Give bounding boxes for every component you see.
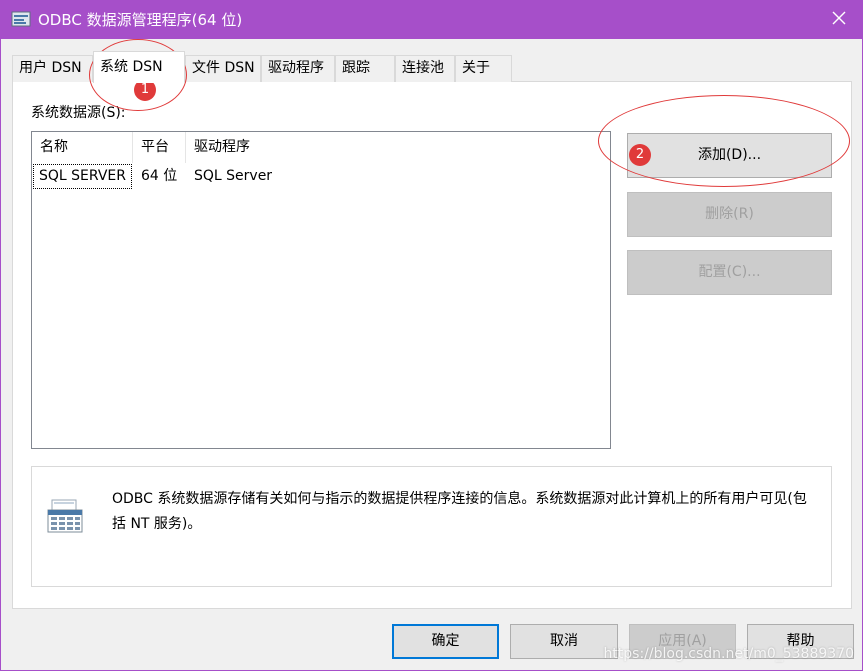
list-header: 名称 平台 驱动程序: [32, 132, 610, 163]
odbc-dialog-window: ODBC 数据源管理程序(64 位) 用户 DSN 系统 DSN 文件 DSN …: [0, 0, 863, 671]
dsn-platform-cell: 64 位: [141, 168, 178, 184]
close-icon: [832, 11, 846, 29]
tab-tracing[interactable]: 跟踪: [335, 55, 395, 82]
add-button[interactable]: 添加(D)...: [627, 133, 832, 178]
tab-file-dsn[interactable]: 文件 DSN: [185, 55, 261, 82]
cancel-button[interactable]: 取消: [510, 624, 618, 659]
watermark-text: https://blog.csdn.net/m0_53889370: [603, 646, 854, 662]
remove-button[interactable]: 删除(R): [627, 192, 832, 237]
tab-label: 关于: [462, 60, 490, 76]
tab-label: 跟踪: [342, 60, 370, 76]
data-source-icon: [46, 496, 86, 536]
title-bar[interactable]: ODBC 数据源管理程序(64 位): [1, 1, 862, 39]
tab-about[interactable]: 关于: [455, 55, 512, 82]
tab-strip: 用户 DSN 系统 DSN 文件 DSN 驱动程序 跟踪 连接池 关于: [12, 51, 852, 83]
column-header-name[interactable]: 名称: [32, 132, 133, 163]
annotation-marker-2: 2: [629, 144, 651, 166]
info-description: ODBC 系统数据源存储有关如何与指示的数据提供程序连接的信息。系统数据源对此计…: [112, 491, 807, 532]
tab-label: 驱动程序: [268, 60, 324, 76]
system-data-sources-label: 系统数据源(S):: [31, 105, 126, 121]
configure-button-label: 配置(C)...: [698, 264, 761, 280]
dsn-driver-cell: SQL Server: [194, 168, 273, 184]
tab-label: 用户 DSN: [19, 60, 82, 76]
tab-system-dsn[interactable]: 系统 DSN: [93, 51, 185, 83]
tab-drivers[interactable]: 驱动程序: [261, 55, 335, 82]
column-header-driver[interactable]: 驱动程序: [186, 132, 306, 163]
tab-label: 连接池: [402, 60, 444, 76]
odbc-app-icon: [11, 10, 31, 28]
ok-button[interactable]: 确定: [392, 624, 499, 659]
cancel-button-label: 取消: [550, 633, 578, 649]
tab-user-dsn[interactable]: 用户 DSN: [12, 55, 93, 82]
system-dsn-list[interactable]: 名称 平台 驱动程序 SQL SERVER 64 位 SQL Server: [31, 131, 611, 449]
close-button[interactable]: [816, 1, 862, 39]
tab-label: 系统 DSN: [100, 59, 163, 75]
column-header-platform[interactable]: 平台: [133, 132, 186, 163]
info-box: ODBC 系统数据源存储有关如何与指示的数据提供程序连接的信息。系统数据源对此计…: [31, 466, 832, 587]
window-title: ODBC 数据源管理程序(64 位): [38, 11, 243, 29]
configure-button[interactable]: 配置(C)...: [627, 250, 832, 295]
remove-button-label: 删除(R): [705, 206, 754, 222]
dsn-name-cell: SQL SERVER: [32, 163, 133, 190]
tab-label: 文件 DSN: [192, 60, 255, 76]
list-item[interactable]: SQL SERVER 64 位 SQL Server: [32, 163, 610, 190]
ok-button-label: 确定: [431, 633, 460, 649]
tab-connection-pooling[interactable]: 连接池: [395, 55, 455, 82]
add-button-label: 添加(D)...: [697, 147, 762, 163]
